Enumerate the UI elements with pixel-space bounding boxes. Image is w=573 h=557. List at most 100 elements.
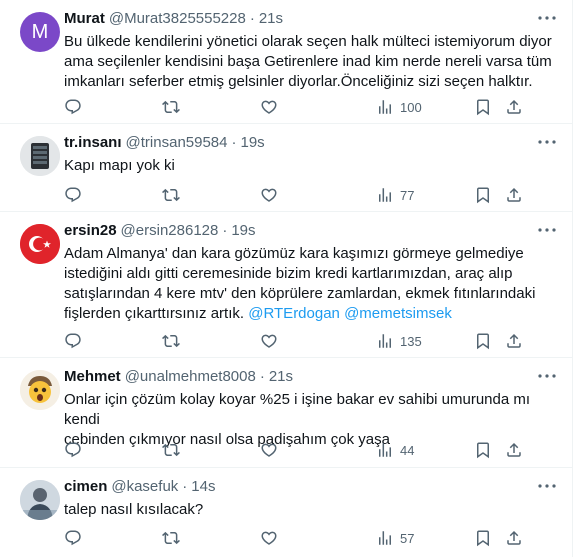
user-handle[interactable]: @kasefuk: [111, 478, 178, 495]
views-button[interactable]: 135: [376, 331, 422, 351]
share-button[interactable]: [505, 185, 523, 205]
views-count: 44: [400, 442, 415, 458]
reply-icon: [64, 98, 82, 116]
bookmark-button[interactable]: [474, 440, 492, 460]
more-icon[interactable]: [538, 136, 556, 148]
share-button[interactable]: [505, 528, 523, 548]
user-name[interactable]: cimen: [64, 478, 107, 495]
separator-dot: ·: [222, 222, 228, 239]
like-button[interactable]: [260, 185, 278, 205]
share-icon: [505, 98, 523, 116]
tweet-actions: 57: [64, 528, 556, 548]
views-button[interactable]: 57: [376, 528, 414, 548]
tweet-text-line: imkanları seferber etmiş gelsinler diyor…: [64, 73, 533, 90]
like-button[interactable]: [260, 440, 278, 460]
views-count: 77: [400, 187, 415, 203]
bookmark-button[interactable]: [474, 331, 492, 351]
flag-avatar-image: [20, 224, 60, 264]
bookmark-button[interactable]: [474, 97, 492, 117]
like-button[interactable]: [260, 331, 278, 351]
share-icon: [505, 529, 523, 547]
bookmark-button[interactable]: [474, 528, 492, 548]
tweet-text-line: talep nasıl kısılacak?: [64, 501, 204, 518]
avatar-image: [20, 136, 60, 176]
reply-button[interactable]: [64, 331, 82, 351]
user-name[interactable]: tr.insanı: [64, 134, 122, 151]
more-icon[interactable]: [538, 370, 556, 382]
avatar[interactable]: M: [20, 12, 60, 52]
separator-dot: ·: [231, 134, 237, 151]
reply-button[interactable]: [64, 185, 82, 205]
retweet-icon: [162, 98, 180, 116]
like-icon: [260, 441, 278, 459]
tweet-text-line: Onlar için çözüm kolay koyar %25 i işine…: [64, 391, 531, 428]
tweet-text-line: Kapı mapı yok ki: [64, 157, 175, 174]
retweet-button[interactable]: [162, 528, 180, 548]
retweet-button[interactable]: [162, 185, 180, 205]
more-icon[interactable]: [538, 224, 556, 236]
tweet-text-line: fişlerden çıkarttırsınız artık. @RTErdog…: [64, 304, 556, 324]
mention-link[interactable]: @RTErdogan: [248, 305, 340, 322]
bookmark-icon: [474, 332, 492, 350]
timestamp[interactable]: 19s: [241, 134, 265, 151]
retweet-icon: [162, 441, 180, 459]
avatar-image: [20, 480, 60, 520]
avatar[interactable]: [20, 136, 60, 176]
bookmark-icon: [474, 186, 492, 204]
views-button[interactable]: 100: [376, 97, 422, 117]
views-count: 135: [400, 333, 422, 349]
timestamp[interactable]: 14s: [191, 478, 215, 495]
reply-button[interactable]: [64, 97, 82, 117]
like-button[interactable]: [260, 528, 278, 548]
views-button[interactable]: 44: [376, 440, 414, 460]
user-handle[interactable]: @unalmehmet8008: [125, 368, 256, 385]
mention-link[interactable]: @memetsimsek: [344, 305, 452, 322]
user-name[interactable]: ersin28: [64, 222, 117, 239]
separator-dot: ·: [182, 478, 188, 495]
reply-icon: [64, 186, 82, 204]
tweet-card[interactable]: ersin28 @ersin286128 · 19s Adam Almanya'…: [0, 212, 572, 358]
timestamp[interactable]: 21s: [269, 368, 293, 385]
tweet-card[interactable]: M Murat @Murat3825555228 · 21s Bu ülkede…: [0, 0, 572, 124]
user-handle[interactable]: @Murat3825555228: [109, 10, 246, 27]
timestamp[interactable]: 21s: [259, 10, 283, 27]
tweet-header: Murat @Murat3825555228 · 21s: [64, 10, 556, 30]
bookmark-icon: [474, 98, 492, 116]
avatar[interactable]: [20, 224, 60, 264]
share-button[interactable]: [505, 97, 523, 117]
bookmark-button[interactable]: [474, 185, 492, 205]
user-handle[interactable]: @ersin286128: [121, 222, 219, 239]
like-icon: [260, 98, 278, 116]
views-icon: [376, 186, 394, 204]
tweet-card[interactable]: cimen @kasefuk · 14s talep nasıl kısılac…: [0, 468, 572, 557]
share-button[interactable]: [505, 440, 523, 460]
like-icon: [260, 186, 278, 204]
tweet-header: tr.insanı @trinsan59584 · 19s: [64, 134, 556, 154]
tweet-text: Kapı mapı yok ki: [64, 156, 556, 176]
emoji-avatar-image: [20, 370, 60, 410]
user-handle[interactable]: @trinsan59584: [126, 134, 228, 151]
reply-button[interactable]: [64, 528, 82, 548]
like-button[interactable]: [260, 97, 278, 117]
user-name[interactable]: Murat: [64, 10, 105, 27]
share-icon: [505, 186, 523, 204]
timestamp[interactable]: 19s: [231, 222, 255, 239]
avatar[interactable]: [20, 480, 60, 520]
tweet-card[interactable]: Mehmet @unalmehmet8008 · 21s Onlar için …: [0, 358, 572, 468]
tweet-card[interactable]: tr.insanı @trinsan59584 · 19s Kapı mapı …: [0, 124, 572, 212]
retweet-button[interactable]: [162, 440, 180, 460]
tweet-header: ersin28 @ersin286128 · 19s: [64, 222, 556, 242]
tweet-actions: 135: [64, 331, 556, 351]
avatar[interactable]: [20, 370, 60, 410]
tweet-header: cimen @kasefuk · 14s: [64, 478, 556, 498]
tweet-text: talep nasıl kısılacak?: [64, 500, 556, 520]
separator-dot: ·: [249, 10, 255, 27]
reply-button[interactable]: [64, 440, 82, 460]
more-icon[interactable]: [538, 480, 556, 492]
views-button[interactable]: 77: [376, 185, 414, 205]
retweet-button[interactable]: [162, 331, 180, 351]
user-name[interactable]: Mehmet: [64, 368, 121, 385]
retweet-button[interactable]: [162, 97, 180, 117]
more-icon[interactable]: [538, 12, 556, 24]
share-button[interactable]: [505, 331, 523, 351]
